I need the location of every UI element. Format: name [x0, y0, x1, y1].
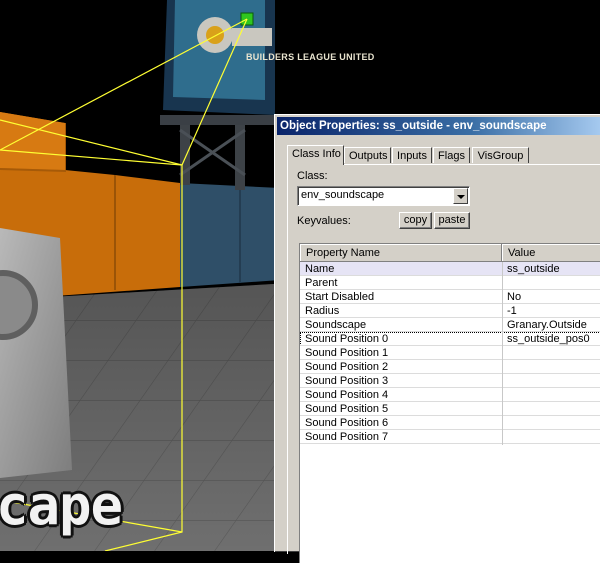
property-value-cell: -1 — [507, 305, 517, 317]
paste-button[interactable]: paste — [434, 212, 470, 229]
property-value-cell: No — [507, 291, 522, 303]
table-row[interactable]: Start Disabled No — [300, 290, 600, 304]
property-value-cell — [507, 374, 600, 388]
tab-outputs[interactable]: Outputs — [344, 147, 391, 163]
keyvalues-label: Keyvalues: — [297, 215, 351, 227]
property-name-cell: Parent — [305, 277, 338, 289]
tab-class-info[interactable]: Class Info — [287, 145, 344, 165]
table-row[interactable]: Name ss_outside — [300, 262, 600, 276]
property-value-cell — [507, 402, 600, 416]
property-value-cell — [507, 346, 600, 360]
table-row[interactable]: Soundscape Granary.Outside — [300, 318, 600, 332]
table-row[interactable]: Sound Position 7 — [300, 430, 600, 444]
property-name-cell: Sound Position 7 — [305, 431, 389, 443]
column-divider — [502, 262, 503, 445]
tab-visgroup[interactable]: VisGroup — [472, 147, 529, 163]
property-name-cell: Sound Position 1 — [305, 347, 389, 359]
property-name-cell: Sound Position 5 — [305, 403, 389, 415]
tab-flags[interactable]: Flags — [433, 147, 470, 163]
column-header-value[interactable]: Value — [502, 244, 600, 262]
property-value-cell: ss_outside_pos0 — [507, 333, 590, 345]
cube-model — [0, 228, 72, 478]
property-name-cell: Sound Position 2 — [305, 361, 389, 373]
property-value-cell — [507, 430, 600, 444]
class-label: Class: — [297, 170, 328, 182]
property-value-cell — [507, 276, 600, 290]
class-value: env_soundscape — [301, 189, 385, 201]
property-name-cell: Sound Position 3 — [305, 375, 389, 387]
property-name-cell: Sound Position 0 — [305, 333, 389, 345]
property-value-cell — [507, 416, 600, 430]
class-select[interactable]: env_soundscape — [297, 186, 470, 206]
row-divider — [300, 443, 600, 444]
table-row[interactable]: Parent — [300, 276, 600, 290]
table-row[interactable]: Sound Position 3 — [300, 374, 600, 388]
property-value-cell — [507, 360, 600, 374]
viewport-overlay-text: cape — [0, 474, 123, 537]
column-header-property-name[interactable]: Property Name — [300, 244, 502, 262]
table-row[interactable]: Sound Position 1 — [300, 346, 600, 360]
copy-button[interactable]: copy — [399, 212, 432, 229]
property-name-cell: Sound Position 4 — [305, 389, 389, 401]
property-name-cell: Sound Position 6 — [305, 417, 389, 429]
property-name-cell: Name — [305, 263, 335, 275]
blue-wall — [180, 183, 280, 287]
tab-inputs[interactable]: Inputs — [392, 147, 432, 163]
property-name-cell: Soundscape — [305, 319, 367, 331]
property-name-cell: Radius — [305, 305, 340, 317]
keyvalues-grid[interactable]: Property Name Value Name ss_outside Parent… — [299, 243, 600, 563]
dialog-title[interactable]: Object Properties: ss_outside - env_soun… — [277, 117, 600, 135]
property-name-cell: Start Disabled — [305, 291, 375, 303]
table-row[interactable]: Sound Position 4 — [300, 388, 600, 402]
table-row[interactable]: Sound Position 5 — [300, 402, 600, 416]
property-value-cell — [507, 388, 600, 402]
property-value-cell: ss_outside — [507, 263, 560, 275]
grid-header: Property Name Value — [300, 244, 600, 262]
property-value-cell: Granary.Outside — [507, 319, 587, 331]
table-row[interactable]: Sound Position 0 ss_outside_pos0 — [300, 332, 600, 346]
chevron-down-icon[interactable] — [453, 188, 468, 204]
table-row[interactable]: Sound Position 6 — [300, 416, 600, 430]
billboard-text: BUILDERS LEAGUE UNITED — [246, 52, 375, 62]
table-row[interactable]: Sound Position 2 — [300, 360, 600, 374]
object-properties-dialog: Object Properties: ss_outside - env_soun… — [274, 114, 600, 563]
table-row[interactable]: Radius -1 — [300, 304, 600, 318]
